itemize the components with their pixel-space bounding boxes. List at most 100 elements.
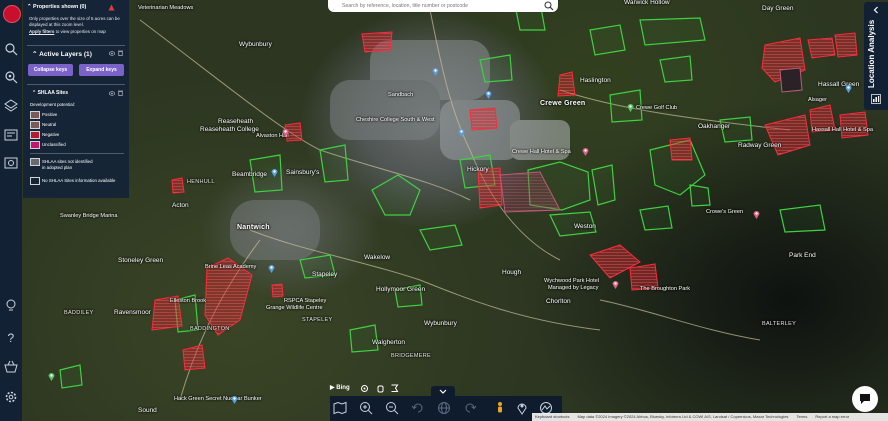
- terms-link[interactable]: Terms: [796, 414, 807, 419]
- map-label: Stoneley Green: [118, 257, 164, 264]
- map-label: Haslington: [580, 77, 611, 84]
- properties-header[interactable]: ⌃ Properties shown (0): [27, 4, 86, 10]
- shlaa-layer-title[interactable]: ⌃ SHLAA Sites: [32, 90, 68, 96]
- map-label: Alsager: [808, 97, 827, 103]
- map-label: Hollymoor Green: [376, 286, 426, 293]
- apply-filters-link[interactable]: Apply filters: [29, 29, 54, 34]
- map-label: Hassall Hall Hotel & Spa: [812, 127, 873, 133]
- keyboard-shortcuts-link[interactable]: Keyboard shortcuts: [535, 414, 569, 419]
- settings-gear-icon[interactable]: [4, 390, 18, 404]
- legend-label: Neutral: [42, 122, 57, 127]
- map-label: BADDILEY: [64, 310, 94, 316]
- map-pin-icon[interactable]: [268, 264, 275, 273]
- map-label: Sound: [138, 407, 157, 414]
- chevron-up-icon: ⌃: [27, 4, 32, 10]
- map-pin-icon[interactable]: [271, 168, 278, 177]
- map-pin-icon[interactable]: [753, 210, 760, 219]
- map-pin-icon[interactable]: [845, 84, 852, 93]
- map-label: RSPCA Stapeley: [284, 298, 327, 304]
- trash-icon[interactable]: [118, 50, 123, 56]
- map-label: Reaseheath: [218, 118, 254, 125]
- trash-icon[interactable]: [118, 90, 123, 96]
- chat-support-button[interactable]: [852, 386, 878, 412]
- help-icon[interactable]: ?: [4, 330, 18, 344]
- map-label: Chorlton: [546, 298, 571, 305]
- map-pin-icon[interactable]: [282, 128, 289, 137]
- location-pin-icon[interactable]: [515, 401, 529, 415]
- redo-icon[interactable]: [463, 401, 477, 415]
- map-toolbar: [330, 396, 562, 421]
- undo-icon[interactable]: [411, 401, 425, 415]
- map-pin-icon[interactable]: [231, 395, 238, 404]
- map-pin-icon[interactable]: [432, 67, 439, 76]
- map-label: Brine Leas Academy: [205, 264, 257, 270]
- zoom-in-icon[interactable]: [359, 401, 373, 415]
- map-label: Stapeley: [312, 271, 338, 278]
- satellite-map[interactable]: Veterinarian Meadows Warwick Hollow Day …: [0, 0, 888, 421]
- map-label: Radway Green: [738, 142, 782, 149]
- location-search-icon[interactable]: [4, 70, 18, 84]
- globe-icon[interactable]: [437, 401, 451, 415]
- map-pin-icon[interactable]: [48, 372, 55, 381]
- expand-keys-button[interactable]: Expand keys: [79, 64, 124, 76]
- map-label: Wychwood Park Hotel: [544, 278, 599, 284]
- chevron-up-icon: ⌃: [32, 51, 38, 58]
- map-pin-icon[interactable]: [485, 90, 492, 99]
- map-pin-icon[interactable]: [458, 128, 465, 137]
- map-label: Cheshire College South & West: [356, 117, 435, 123]
- legend-swatch-negative: [30, 131, 40, 139]
- map-label: Wybunbury: [424, 320, 457, 327]
- map-label: Hickory: [467, 166, 489, 173]
- active-layers-title[interactable]: ⌃ Active Layers (1): [32, 50, 92, 58]
- map-label: Nantwich: [237, 224, 270, 231]
- map-label: BRIDGEMERE: [391, 353, 431, 359]
- legend-swatch-neutral: [30, 121, 40, 129]
- map-label: Elleston Brook: [170, 298, 207, 304]
- collapse-keys-button[interactable]: Collapse keys: [28, 64, 73, 76]
- dashboard-icon[interactable]: [4, 128, 18, 142]
- crosshair-icon[interactable]: [360, 384, 369, 393]
- map-label: STAPELEY: [302, 317, 333, 323]
- basket-icon[interactable]: [4, 360, 18, 374]
- legend-swatch-unclassified: [30, 141, 40, 149]
- map-pin-icon[interactable]: [582, 147, 589, 156]
- lightbulb-icon[interactable]: [4, 298, 18, 312]
- report-error-link[interactable]: Report a map error: [815, 414, 849, 419]
- map-report-icon[interactable]: [4, 156, 18, 170]
- zoom-out-icon[interactable]: [385, 401, 399, 415]
- layers-icon[interactable]: [4, 99, 18, 113]
- map-label: Park End: [789, 252, 816, 259]
- street-view-person-icon[interactable]: [493, 401, 507, 415]
- eye-icon[interactable]: [109, 91, 115, 96]
- chevron-down-icon: [439, 389, 447, 394]
- map-label: Crewe Golf Club: [636, 105, 678, 111]
- properties-title: Properties shown (0): [33, 4, 87, 10]
- map-label: Warwick Hollow: [624, 0, 670, 6]
- legend-label: Negative: [42, 132, 60, 137]
- map-pin-icon[interactable]: [612, 280, 619, 289]
- map-label: Day Green: [762, 5, 794, 12]
- properties-notice: Only properties over the size of 5 acres…: [29, 16, 120, 35]
- map-label: Veterinarian Meadows: [138, 5, 194, 11]
- search-icon[interactable]: [4, 42, 18, 56]
- eye-icon[interactable]: [109, 51, 115, 56]
- map-pin-icon[interactable]: [627, 103, 634, 112]
- bookmark-flag-icon[interactable]: [390, 384, 399, 393]
- legend-label: SHLAA sites not identified in adopted pl…: [42, 159, 93, 170]
- app-logo[interactable]: [3, 5, 21, 23]
- map-search-input[interactable]: Search by reference, location, title num…: [328, 0, 558, 12]
- map-view-icon[interactable]: [333, 401, 347, 415]
- chevron-left-icon[interactable]: [872, 6, 880, 14]
- search-icon[interactable]: [544, 1, 554, 11]
- legend-swatch-positive: [30, 111, 40, 119]
- map-label: Walgherton: [372, 339, 405, 346]
- development-potential-label: Development potential:: [30, 102, 75, 107]
- divider: [27, 45, 125, 46]
- chevron-up-icon: ⌃: [32, 90, 37, 96]
- pan-hand-icon[interactable]: [376, 384, 385, 393]
- map-label: Grange Wildlife Centre: [266, 305, 323, 311]
- map-label: Crewe Green: [540, 100, 586, 107]
- map-label: Sandbach: [388, 92, 414, 98]
- location-analysis-tab[interactable]: Location Analysis: [864, 2, 888, 110]
- map-label: Swanley Bridge Marina: [60, 213, 118, 219]
